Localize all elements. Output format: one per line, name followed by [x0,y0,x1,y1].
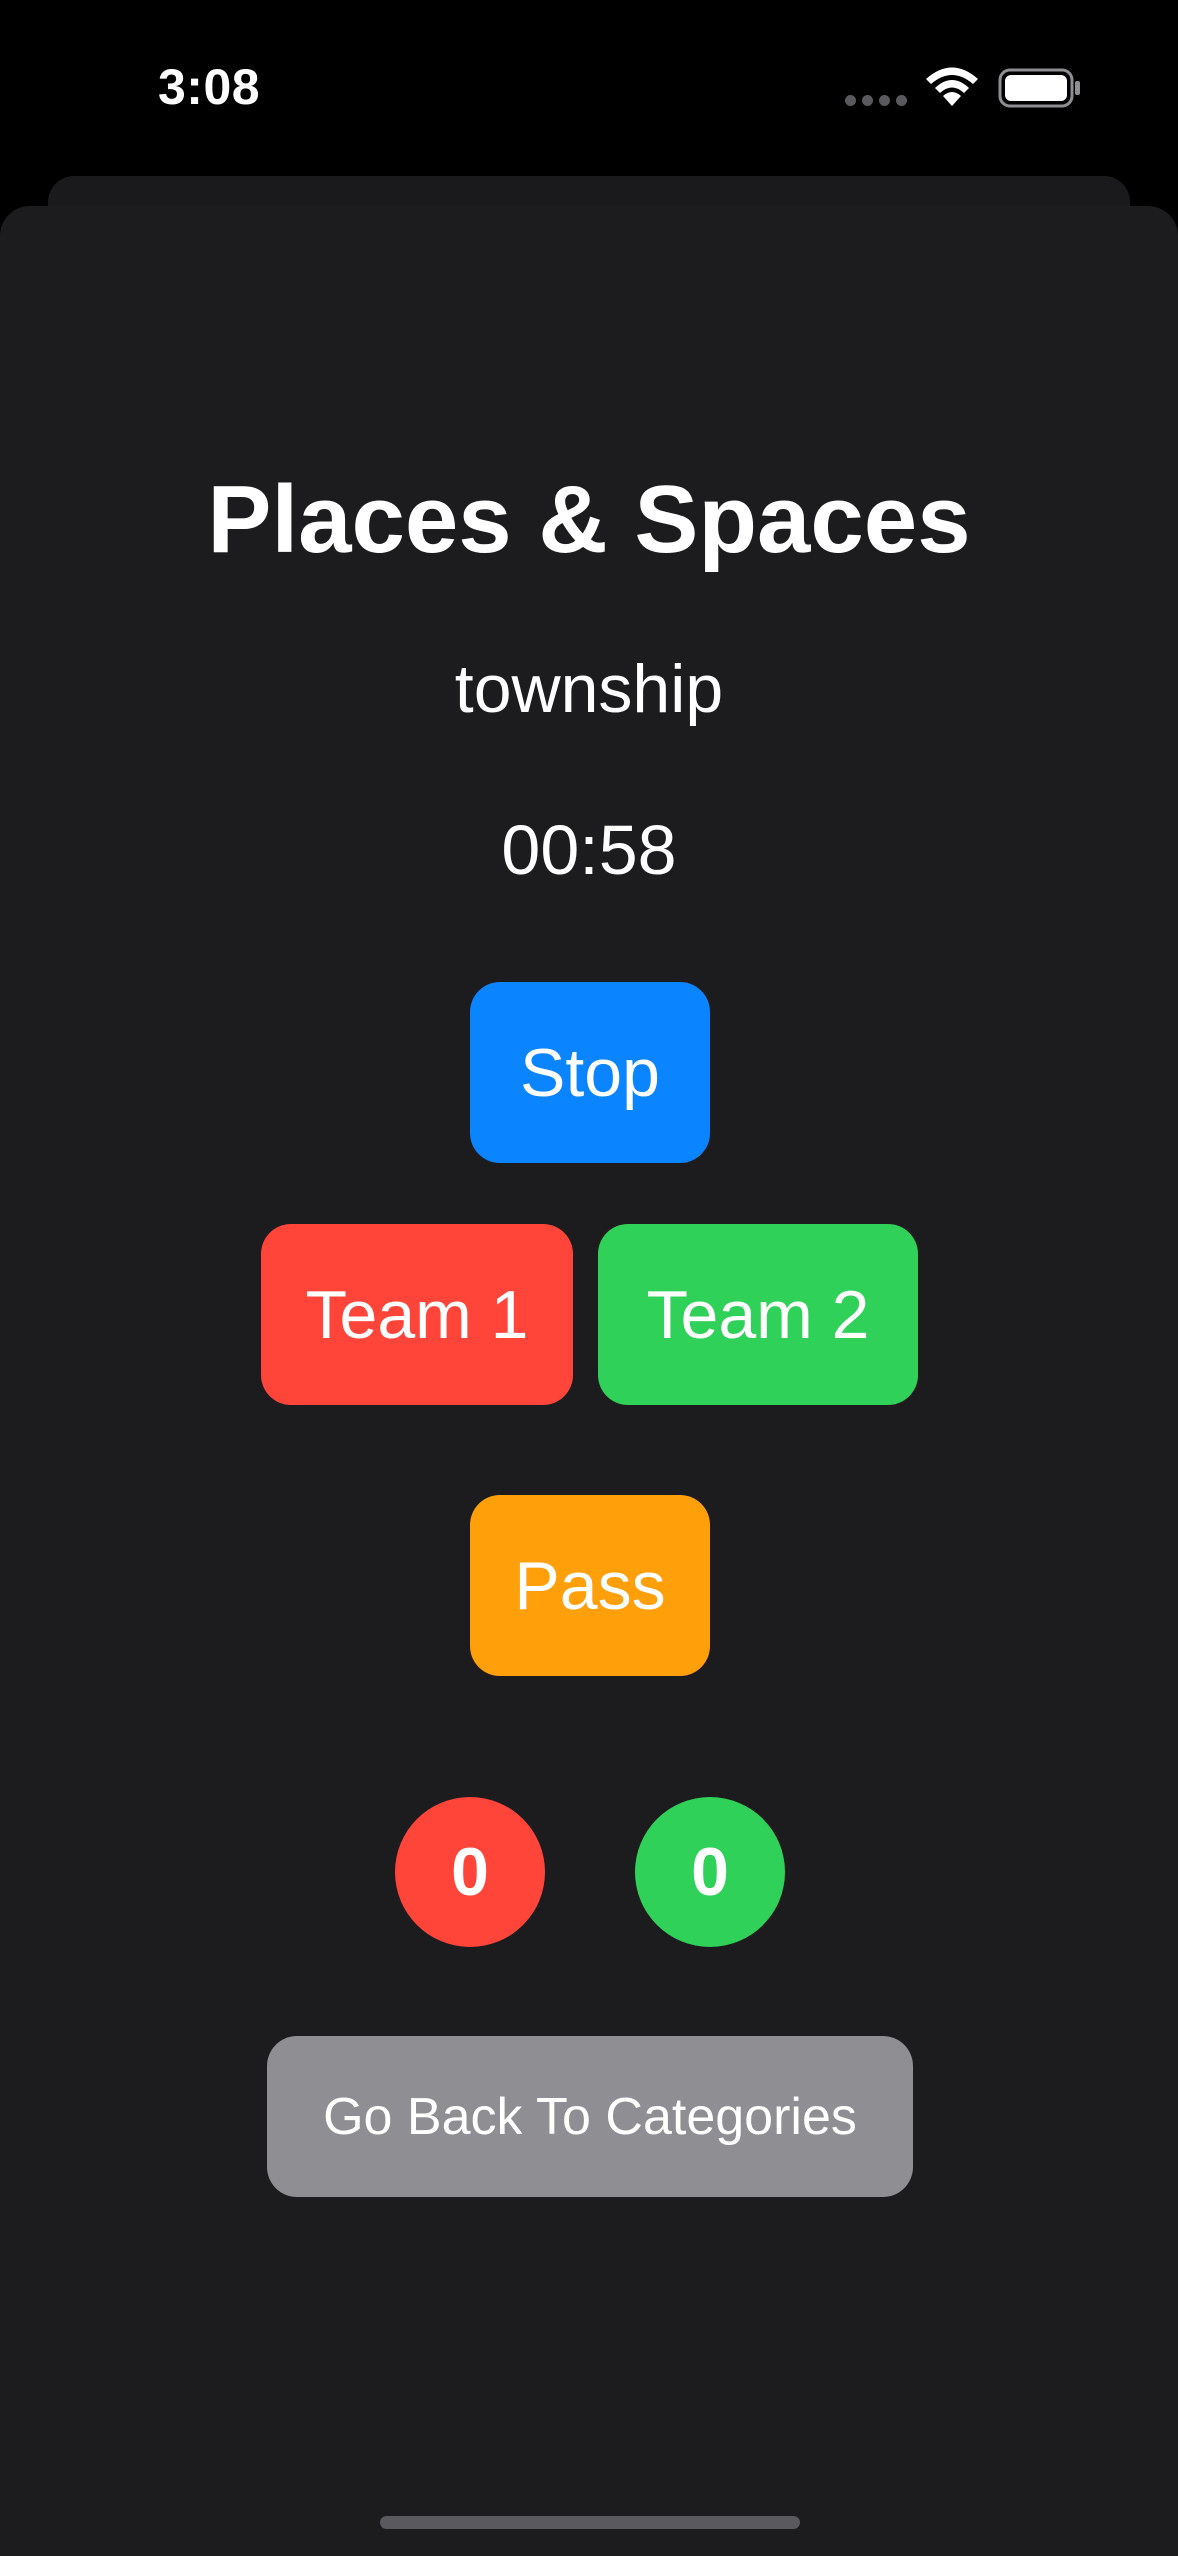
status-time: 3:08 [158,59,261,115]
pass-button[interactable]: Pass [470,1495,710,1676]
wifi-icon [926,67,978,106]
stop-button[interactable]: Stop [470,982,710,1163]
current-word: township [454,651,724,727]
home-indicator [380,2516,800,2529]
back-to-categories-button[interactable]: Go Back To Categories [267,2036,913,2197]
team2-score: 0 [635,1797,785,1947]
category-title: Places & Spaces [207,466,971,573]
countdown-timer: 00:58 [501,811,677,889]
screen: 3:08 Places & Spaces township 00:58 Stop… [0,0,1178,2556]
team2-button[interactable]: Team 2 [598,1224,918,1405]
signal-dots-icon [845,95,907,106]
team1-score: 0 [395,1797,545,1947]
team1-button[interactable]: Team 1 [261,1224,573,1405]
battery-icon [998,68,1080,108]
